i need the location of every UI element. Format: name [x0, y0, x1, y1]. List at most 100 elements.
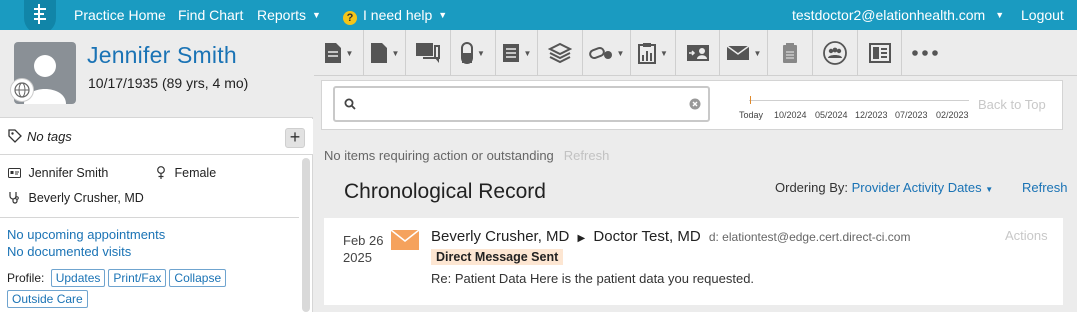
ordering-dropdown[interactable]: Provider Activity Dates ▼	[852, 180, 994, 195]
outstanding-refresh-link[interactable]: Refresh	[564, 148, 610, 163]
refresh-link[interactable]: Refresh	[1022, 180, 1068, 195]
more-icon	[911, 50, 938, 56]
outstanding-items: No items requiring action or outstanding…	[324, 148, 609, 163]
chevron-down-icon: ▼	[477, 48, 485, 58]
record-entry[interactable]: Feb 26 2025 Beverly Crusher, MD ▶ Doctor…	[324, 218, 1063, 305]
patient-sidebar: Jennifer Smith 10/17/1935 (89 yrs, 4 mo)…	[0, 30, 313, 312]
entry-recipient: Doctor Test, MD	[593, 228, 701, 245]
logo-icon	[34, 4, 46, 24]
profile-row: Profile: Updates Print/Fax Collapse Outsid…	[7, 269, 299, 308]
logout-link[interactable]: Logout	[1021, 7, 1064, 23]
timeline-label: 10/2024	[774, 110, 807, 120]
chat-icon	[416, 43, 440, 63]
timeline-label: Today	[739, 110, 764, 120]
entry-date: Feb 26 2025	[343, 232, 383, 266]
add-tag-button[interactable]: +	[285, 128, 305, 148]
page-title: Chronological Record	[344, 180, 546, 203]
help-icon: ?	[343, 11, 357, 25]
timeline-label: 12/2023	[855, 110, 888, 120]
layout-icon	[868, 43, 891, 63]
chevron-down-icon: ▼	[312, 10, 321, 20]
outstanding-text: No items requiring action or outstanding	[324, 148, 554, 163]
back-to-top-link[interactable]: Back to Top	[978, 97, 1046, 112]
pills-icon	[588, 46, 612, 60]
arrow-right-icon: ▶	[577, 233, 586, 244]
chevron-down-icon: ▼	[391, 48, 400, 58]
ordering-value: Provider Activity Dates	[851, 180, 982, 195]
chevron-down-icon: ▼	[523, 48, 532, 58]
timeline-label: 07/2023	[895, 110, 928, 120]
profile-print-fax-button[interactable]: Print/Fax	[108, 269, 167, 287]
patient-header: Jennifer Smith 10/17/1935 (89 yrs, 4 mo)	[0, 30, 313, 118]
toolbar-layers-button[interactable]	[538, 30, 583, 76]
chevron-down-icon: ▼	[753, 48, 762, 58]
visit-links: No upcoming appointments No documented v…	[7, 227, 165, 261]
nav-practice-home[interactable]: Practice Home	[74, 7, 166, 23]
toolbar-referral-button[interactable]	[676, 30, 720, 76]
toolbar-group-button[interactable]	[813, 30, 858, 76]
user-email: testdoctor2@elationhealth.com	[792, 7, 986, 23]
elation-logo[interactable]	[24, 0, 56, 34]
toolbar-medication-button[interactable]: ▼	[451, 30, 496, 76]
upcoming-appointments-link[interactable]: No upcoming appointments	[7, 227, 165, 242]
toolbar-layout-button[interactable]	[858, 30, 902, 76]
profile-outside-care-button[interactable]: Outside Care	[7, 290, 88, 308]
profile-updates-button[interactable]: Updates	[50, 269, 106, 287]
toolbar-clipboard-button[interactable]	[768, 30, 813, 76]
user-menu[interactable]: testdoctor2@elationhealth.com ▼	[792, 7, 1004, 23]
globe-icon[interactable]	[10, 78, 34, 102]
toolbar-document-button[interactable]: ▼	[364, 30, 406, 76]
documented-visits-link[interactable]: No documented visits	[7, 244, 165, 259]
nav-help[interactable]: ? I need help ▼	[343, 7, 447, 25]
entry-sender: Beverly Crusher, MD	[431, 228, 570, 245]
tags-row: No tags +	[0, 119, 313, 155]
chevron-down-icon: ▼	[616, 48, 625, 58]
sidebar-scrollbar[interactable]	[302, 158, 310, 312]
toolbar-lab-button[interactable]: ▼	[631, 30, 676, 76]
chevron-down-icon: ▼	[438, 10, 448, 20]
toolbar-message-button[interactable]	[406, 30, 451, 76]
patient-id-row: Jennifer Smith	[8, 166, 108, 180]
chevron-down-icon: ▼	[985, 185, 994, 194]
chevron-down-icon: ▼	[660, 48, 668, 58]
clear-icon[interactable]	[689, 98, 701, 110]
chart-toolbar: ▼ ▼ ▼ ▼ ▼ ▼ ▼	[314, 30, 1077, 76]
nav-reports[interactable]: Reports ▼	[257, 7, 321, 23]
id-card-icon	[8, 168, 21, 178]
provider-row: Beverly Crusher, MD	[8, 191, 144, 205]
envelope-icon	[726, 45, 749, 60]
nav-reports-label: Reports	[257, 7, 307, 23]
list-icon	[502, 44, 519, 62]
toolbar-visit-note-button[interactable]: ▼	[314, 30, 364, 76]
entry-date-month-day: Feb 26	[343, 233, 384, 248]
search-panel: Today 10/2024 05/2024 12/2023 07/2023 02…	[321, 80, 1063, 130]
tags-label: No tags	[27, 129, 72, 144]
entry-body: Re: Patient Data Here is the patient dat…	[431, 271, 755, 286]
toolbar-letter-button[interactable]: ▼	[720, 30, 768, 76]
clipboard-icon	[783, 43, 797, 63]
toolbar-list-button[interactable]: ▼	[496, 30, 538, 76]
nav-help-label: I need help	[363, 7, 433, 23]
nav-find-chart[interactable]: Find Chart	[178, 7, 243, 23]
ordering-control: Ordering By: Provider Activity Dates ▼	[775, 180, 993, 195]
toolbar-more-button[interactable]	[902, 30, 947, 76]
search-input[interactable]	[361, 94, 681, 114]
document-icon	[324, 43, 341, 63]
patient-name[interactable]: Jennifer Smith	[87, 42, 237, 69]
timeline-scale[interactable]: Today 10/2024 05/2024 12/2023 07/2023 02…	[739, 93, 979, 123]
entry-date-year: 2025	[343, 250, 372, 265]
top-navigation-bar: Practice Home Find Chart Reports ▼ ? I nee…	[0, 0, 1077, 34]
timeline-label: 02/2023	[936, 110, 969, 120]
pill-icon	[461, 42, 474, 64]
tag-icon	[8, 129, 22, 143]
toolbar-prescriptions-button[interactable]: ▼	[583, 30, 631, 76]
chevron-down-icon: ▼	[345, 48, 354, 58]
main-scrollbar[interactable]	[1067, 76, 1077, 312]
entry-actions-button[interactable]: Actions	[1005, 228, 1048, 243]
profile-collapse-button[interactable]: Collapse	[169, 269, 227, 287]
patient-info-card: Jennifer Smith Female Beverly Crusher, M…	[0, 156, 299, 218]
female-icon	[157, 166, 165, 179]
ordering-label: Ordering By:	[775, 180, 848, 195]
sex-row: Female	[156, 166, 216, 180]
entry-direct-address: d: elationtest@edge.cert.direct-ci.com	[708, 230, 911, 244]
